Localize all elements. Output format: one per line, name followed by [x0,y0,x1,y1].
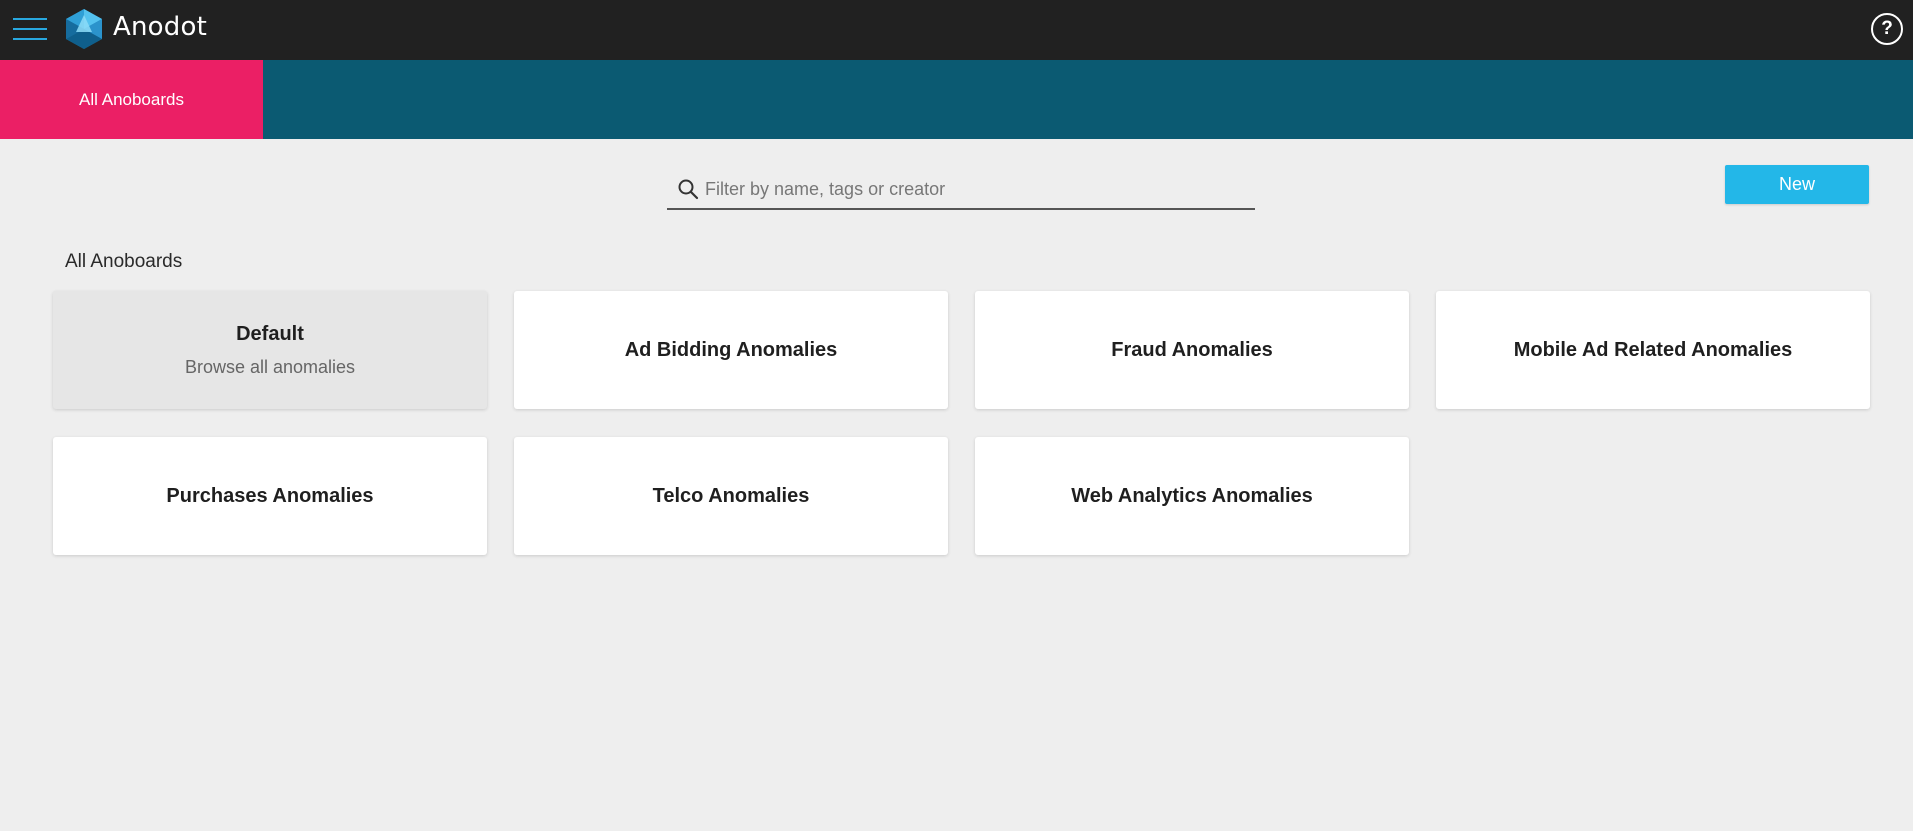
anoboard-card-mobile-ad[interactable]: Mobile Ad Related Anomalies [1436,291,1870,409]
new-button[interactable]: New [1725,165,1869,204]
anoboard-card-default[interactable]: Default Browse all anomalies [53,291,487,409]
anoboard-card-purchases[interactable]: Purchases Anomalies [53,437,487,555]
anodot-logo-icon [66,9,102,49]
section-title: All Anoboards [65,251,183,272]
search-bar [667,170,1255,210]
card-subtitle: Browse all anomalies [184,356,356,377]
tab-all-anoboards[interactable]: All Anoboards [0,60,263,139]
tab-strip: All Anoboards [0,60,1913,139]
anoboard-card-web-analytics[interactable]: Web Analytics Anomalies [975,437,1409,555]
hamburger-line [13,38,47,40]
app-name: Anodot [113,12,207,42]
search-icon [678,179,699,200]
card-title: Fraud Anomalies [1111,338,1273,361]
card-title: Web Analytics Anomalies [1071,484,1313,507]
hamburger-menu-icon[interactable] [13,15,47,43]
card-title: Default [236,322,304,345]
anoboard-card-fraud[interactable]: Fraud Anomalies [975,291,1409,409]
hamburger-line [13,18,47,20]
anoboard-card-telco[interactable]: Telco Anomalies [514,437,948,555]
card-title: Telco Anomalies [652,484,810,507]
anoboard-card-ad-bidding[interactable]: Ad Bidding Anomalies [514,291,948,409]
help-icon[interactable]: ? [1871,13,1903,45]
card-title: Ad Bidding Anomalies [624,338,838,361]
card-title: Mobile Ad Related Anomalies [1513,338,1793,361]
anoboard-grid: Default Browse all anomalies Ad Bidding … [53,291,1870,555]
card-title: Purchases Anomalies [166,484,374,507]
top-bar: Anodot ? [0,0,1913,60]
search-input[interactable] [705,174,1245,204]
hamburger-line [13,28,47,30]
